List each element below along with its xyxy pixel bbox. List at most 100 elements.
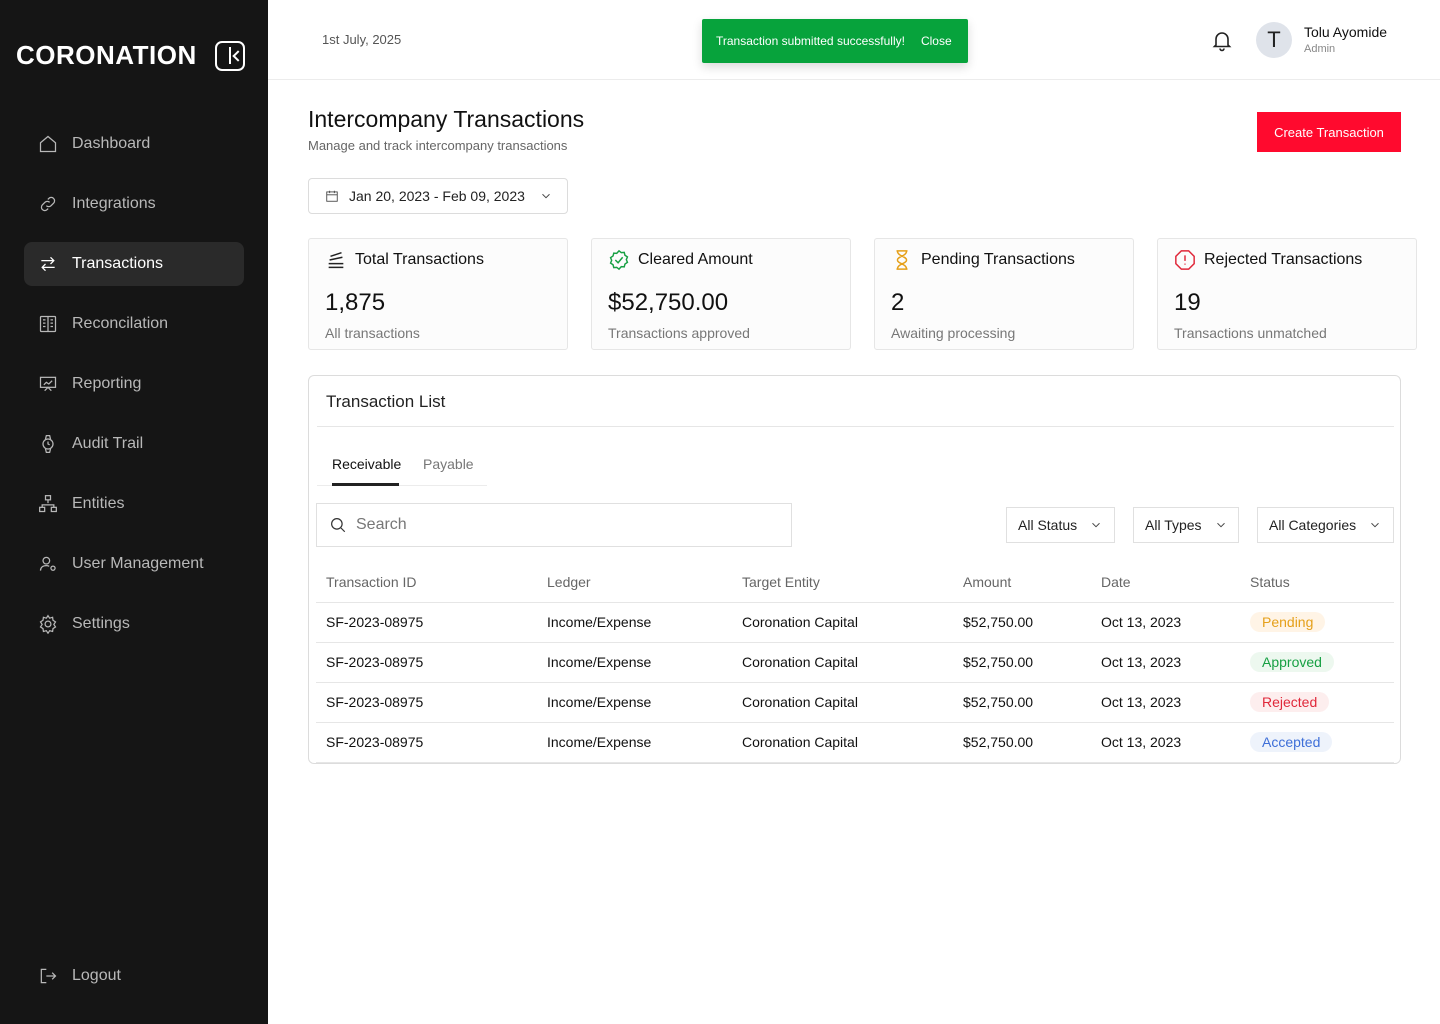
status-badge: Approved bbox=[1250, 652, 1334, 672]
logo-text: CORONATION bbox=[16, 40, 197, 70]
hierarchy-icon bbox=[38, 494, 58, 514]
status-filter-dropdown[interactable]: All Status bbox=[1006, 507, 1115, 543]
sidebar-item-audit-trail[interactable]: Audit Trail bbox=[24, 422, 244, 466]
filter-label: All Categories bbox=[1269, 517, 1357, 533]
toast-message: Transaction submitted successfully! bbox=[716, 34, 905, 48]
target-entity: Coronation Capital bbox=[732, 682, 953, 723]
alert-octagon-icon bbox=[1174, 249, 1196, 271]
sidebar-item-settings[interactable]: Settings bbox=[24, 602, 244, 646]
arrows-swap-icon bbox=[38, 254, 58, 274]
table-row[interactable]: SF-2023-08975 Income/Expense Coronation … bbox=[316, 602, 1394, 643]
sidebar-item-reporting[interactable]: Reporting bbox=[24, 362, 244, 406]
user-name: Tolu Ayomide bbox=[1304, 24, 1388, 40]
page-title: Intercompany Transactions bbox=[308, 106, 585, 132]
filter-label: All Status bbox=[1018, 517, 1078, 533]
transaction-list-panel: Transaction List Receivable Payable All … bbox=[308, 375, 1401, 764]
transaction-id: SF-2023-08975 bbox=[316, 642, 537, 683]
ledger: Income/Expense bbox=[537, 722, 732, 763]
card-value: 19 bbox=[1174, 289, 1201, 316]
create-transaction-button[interactable]: Create Transaction bbox=[1257, 112, 1401, 152]
sidebar-item-integrations[interactable]: Integrations bbox=[24, 182, 244, 226]
stat-card-pending-transactions: Pending Transactions 2 Awaiting processi… bbox=[874, 238, 1134, 350]
card-title: Cleared Amount bbox=[638, 251, 753, 268]
amount: $52,750.00 bbox=[953, 722, 1091, 763]
top-header: 1st July, 2025 Transaction submitted suc… bbox=[268, 0, 1440, 80]
stat-card-cleared-amount: Cleared Amount $52,750.00 Transactions a… bbox=[591, 238, 851, 350]
search-input[interactable] bbox=[356, 516, 756, 534]
column-header-ledger[interactable]: Ledger bbox=[537, 562, 732, 603]
toast-close-button[interactable]: Close bbox=[921, 34, 952, 48]
column-header-amount[interactable]: Amount bbox=[953, 562, 1091, 603]
verified-badge-icon bbox=[608, 249, 630, 271]
tab-payable[interactable]: Payable bbox=[423, 456, 474, 472]
avatar[interactable]: T bbox=[1256, 22, 1292, 58]
card-subtitle: Transactions unmatched bbox=[1174, 325, 1327, 341]
card-title: Total Transactions bbox=[355, 251, 484, 268]
transaction-id: SF-2023-08975 bbox=[316, 722, 537, 763]
tab-receivable[interactable]: Receivable bbox=[332, 456, 401, 472]
date-range-picker[interactable]: Jan 20, 2023 - Feb 09, 2023 bbox=[308, 178, 568, 214]
ledger: Income/Expense bbox=[537, 602, 732, 643]
status-cell: Accepted bbox=[1240, 722, 1394, 763]
sidebar-item-label: Settings bbox=[72, 615, 130, 632]
sidebar-item-entities[interactable]: Entities bbox=[24, 482, 244, 526]
ledger: Income/Expense bbox=[537, 642, 732, 683]
card-title: Pending Transactions bbox=[921, 251, 1075, 268]
link-icon bbox=[38, 194, 58, 214]
table-row[interactable]: SF-2023-08975 Income/Expense Coronation … bbox=[316, 722, 1394, 763]
logout-icon bbox=[38, 966, 58, 986]
card-subtitle: Transactions approved bbox=[608, 325, 750, 341]
type-filter-dropdown[interactable]: All Types bbox=[1133, 507, 1239, 543]
transaction-id: SF-2023-08975 bbox=[316, 682, 537, 723]
divider bbox=[317, 426, 1394, 427]
table-row[interactable]: SF-2023-08975 Income/Expense Coronation … bbox=[316, 642, 1394, 683]
target-entity: Coronation Capital bbox=[732, 722, 953, 763]
sidebar-toggle-icon[interactable] bbox=[214, 40, 245, 71]
date: Oct 13, 2023 bbox=[1091, 682, 1240, 723]
sidebar-item-dashboard[interactable]: Dashboard bbox=[24, 122, 244, 166]
chevron-down-icon bbox=[1089, 518, 1103, 532]
category-filter-dropdown[interactable]: All Categories bbox=[1257, 507, 1394, 543]
sidebar-item-reconcilation[interactable]: Reconcilation bbox=[24, 302, 244, 346]
chevron-down-icon bbox=[1368, 518, 1382, 532]
sidebar-item-transactions[interactable]: Transactions bbox=[24, 242, 244, 286]
presentation-chart-icon bbox=[38, 374, 58, 394]
logout-button[interactable]: Logout bbox=[38, 966, 121, 986]
chevron-down-icon bbox=[1214, 518, 1228, 532]
card-subtitle: All transactions bbox=[325, 325, 420, 341]
amount: $52,750.00 bbox=[953, 642, 1091, 683]
logo[interactable]: CORONATION bbox=[16, 40, 245, 71]
user-role: Admin bbox=[1304, 43, 1336, 55]
table-header-row: Transaction ID Ledger Target Entity Amou… bbox=[316, 562, 1394, 603]
transaction-id: SF-2023-08975 bbox=[316, 602, 537, 643]
home-icon bbox=[38, 134, 58, 154]
current-date: 1st July, 2025 bbox=[322, 32, 402, 47]
date: Oct 13, 2023 bbox=[1091, 722, 1240, 763]
ledger-icon bbox=[38, 314, 58, 334]
card-subtitle: Awaiting processing bbox=[891, 325, 1016, 341]
column-header-status[interactable]: Status bbox=[1240, 562, 1394, 603]
notification-bell-icon[interactable] bbox=[1210, 28, 1234, 52]
search-box[interactable] bbox=[316, 503, 792, 547]
amount: $52,750.00 bbox=[953, 602, 1091, 643]
date: Oct 13, 2023 bbox=[1091, 602, 1240, 643]
chevron-down-icon bbox=[539, 189, 553, 203]
user-gear-icon bbox=[38, 554, 58, 574]
card-title: Rejected Transactions bbox=[1204, 251, 1363, 268]
date-range-value: Jan 20, 2023 - Feb 09, 2023 bbox=[349, 188, 525, 204]
column-header-target-entity[interactable]: Target Entity bbox=[732, 562, 953, 603]
sidebar-nav: Dashboard Integrations Transactions Reco… bbox=[24, 122, 244, 662]
status-badge: Accepted bbox=[1250, 732, 1333, 752]
hourglass-icon bbox=[891, 249, 913, 271]
transaction-list-title: Transaction List bbox=[326, 392, 446, 411]
gear-icon bbox=[38, 614, 58, 634]
sidebar-item-label: Dashboard bbox=[72, 135, 151, 152]
table-row[interactable]: SF-2023-08975 Income/Expense Coronation … bbox=[316, 682, 1394, 723]
calendar-icon bbox=[325, 189, 349, 203]
status-badge: Pending bbox=[1250, 612, 1326, 632]
logout-label: Logout bbox=[72, 967, 121, 984]
sidebar-item-user-management[interactable]: User Management bbox=[24, 542, 244, 586]
date: Oct 13, 2023 bbox=[1091, 642, 1240, 683]
column-header-date[interactable]: Date bbox=[1091, 562, 1240, 603]
column-header-transaction-id[interactable]: Transaction ID bbox=[316, 562, 537, 603]
